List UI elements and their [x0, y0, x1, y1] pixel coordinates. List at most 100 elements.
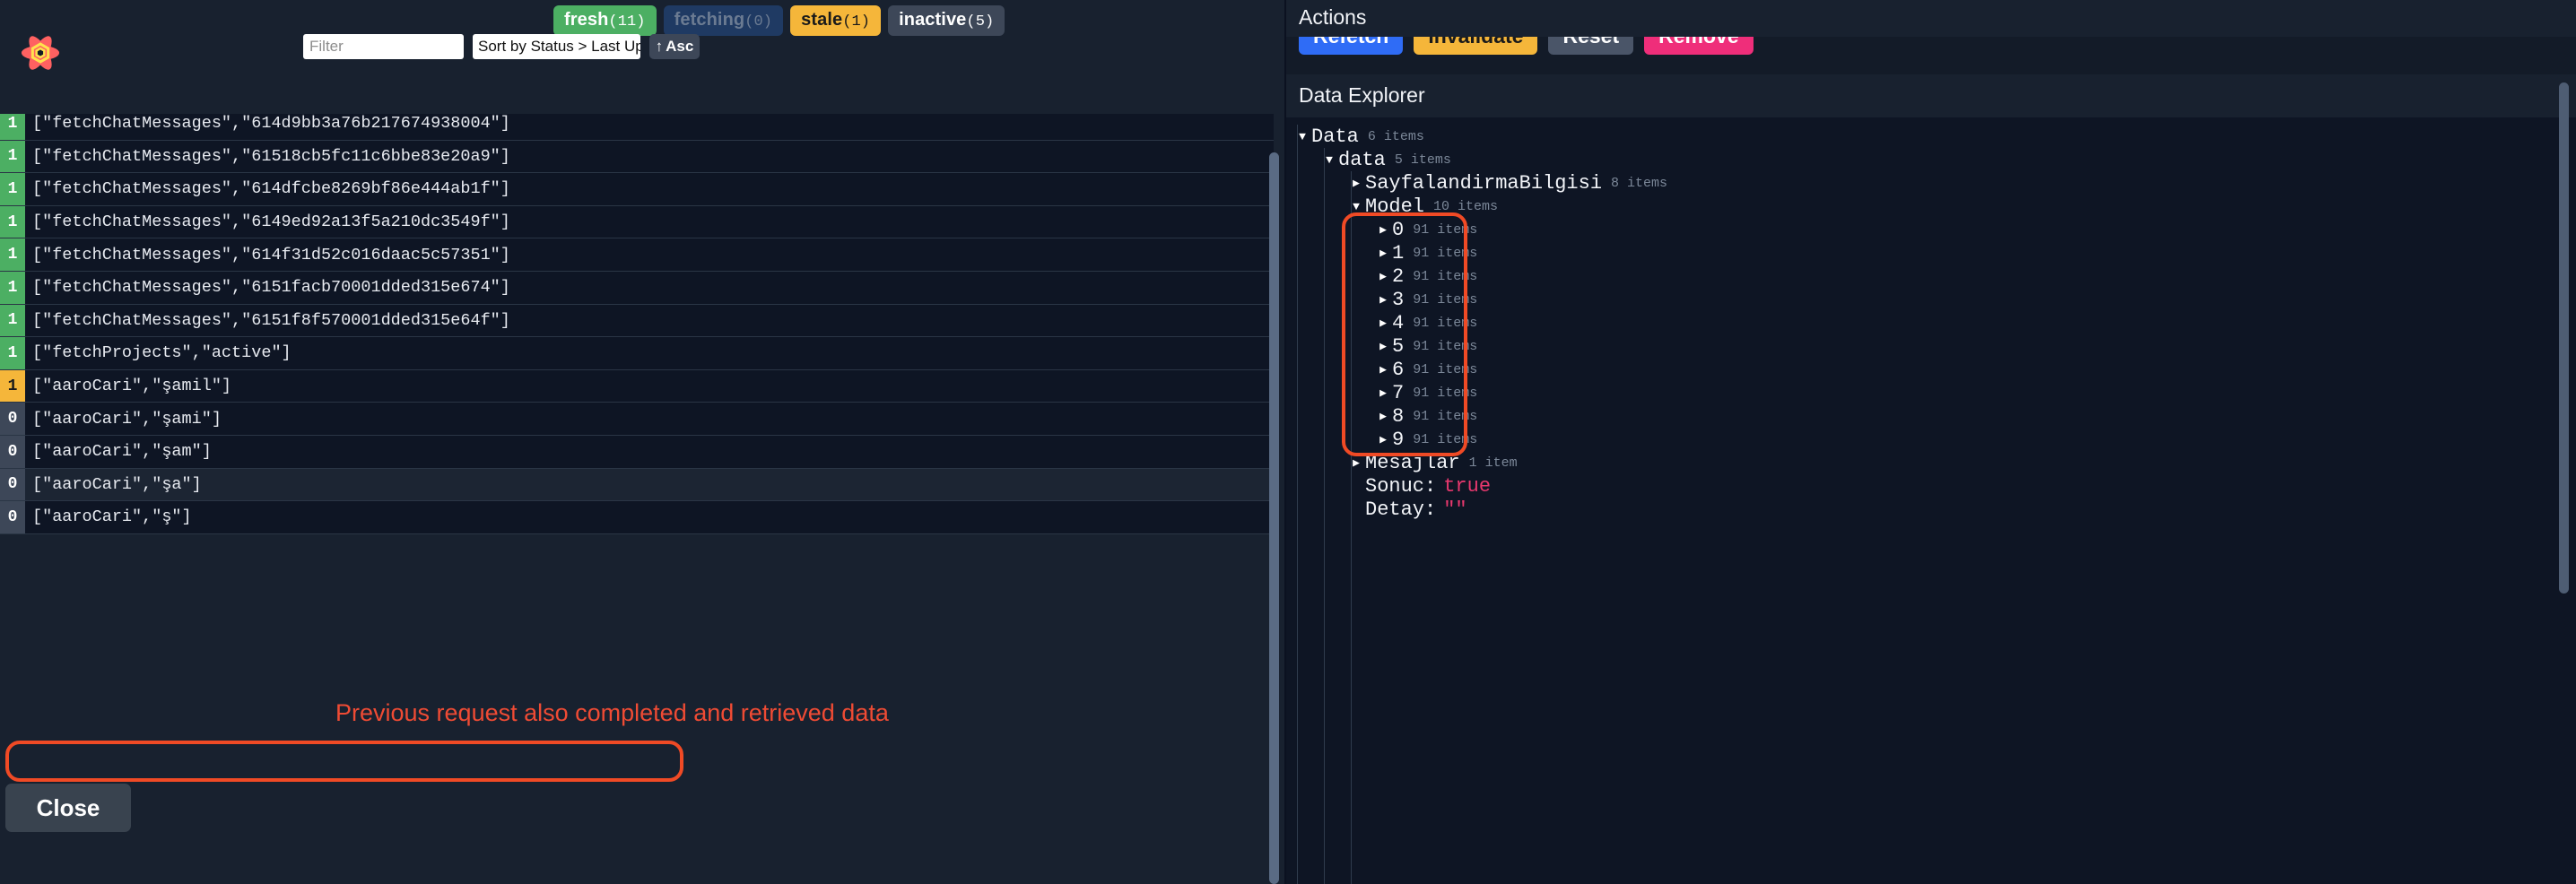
actions-title: Actions — [1299, 5, 1367, 29]
queries-panel: fresh(11) fetching(0) stale(1) inactive(… — [0, 0, 1286, 884]
tree-node[interactable]: Sonuc: true — [1286, 474, 2576, 498]
query-key-label: ["fetchChatMessages","614f31d52c016daac5… — [32, 245, 510, 264]
tree-node-count: 10 items — [1433, 198, 1499, 214]
query-key-label: ["aaroCari","şamil"] — [32, 377, 232, 396]
refetch-button[interactable]: Refetch — [1299, 37, 1404, 55]
tree-node[interactable]: ▶ SayfalandirmaBilgisi 8 items — [1286, 171, 2576, 195]
chevron-right-icon[interactable]: ▶ — [1374, 223, 1392, 237]
chevron-down-icon[interactable]: ▼ — [1320, 153, 1338, 167]
tree-node[interactable]: ▶ 1 91 items — [1286, 241, 2576, 264]
query-row[interactable]: 1 ["fetchProjects","active"] — [0, 337, 1274, 370]
status-badge-fetching[interactable]: fetching(0) — [663, 5, 784, 37]
tree-guide-line — [1351, 171, 1352, 884]
tree-node-label: 2 — [1392, 264, 1405, 288]
tree-node-count: 6 items — [1367, 128, 1424, 144]
tree-node[interactable]: ▶ 7 91 items — [1286, 381, 2576, 404]
tree-node[interactable]: Detay: "" — [1286, 498, 2576, 521]
query-observer-count-badge: 1 — [0, 369, 25, 403]
tree-node-label: 0 — [1392, 218, 1405, 241]
query-details-panel: Actions Refetch Invalidate Reset Remove … — [1286, 0, 2576, 884]
tree-node-label: Model — [1365, 195, 1425, 218]
queries-panel-header: fresh(11) fetching(0) stale(1) inactive(… — [0, 0, 1286, 114]
status-badge-fetching-count: (0) — [744, 13, 773, 30]
sort-direction-button[interactable]: ↑ Asc — [649, 34, 700, 59]
details-scrollbar[interactable] — [2559, 82, 2569, 879]
query-row[interactable]: 0 ["aaroCari","şami"] — [0, 403, 1274, 436]
chevron-right-icon[interactable]: ▶ — [1347, 177, 1365, 190]
tree-node[interactable]: ▶ 3 91 items — [1286, 288, 2576, 311]
reset-button[interactable]: Reset — [1548, 37, 1634, 55]
query-row[interactable]: 1 ["fetchChatMessages","6151f8f570001dded… — [0, 304, 1274, 338]
query-row[interactable]: 0 ["aaroCari","şa"] — [0, 468, 1274, 502]
status-badge-fresh[interactable]: fresh(11) — [553, 5, 657, 37]
query-row[interactable]: 1 ["fetchChatMessages","6149ed92a13f5a210… — [0, 205, 1274, 239]
tree-node[interactable]: ▶ 6 91 items — [1286, 358, 2576, 381]
tree-node[interactable]: ▶ 5 91 items — [1286, 334, 2576, 358]
query-row[interactable]: 1 ["fetchChatMessages","6151facb70001dded… — [0, 271, 1274, 305]
tree-node-label: Detay: — [1365, 498, 1437, 521]
filter-input[interactable] — [303, 34, 464, 59]
tree-node-label: 7 — [1392, 381, 1405, 404]
tree-node[interactable]: ▶ 8 91 items — [1286, 404, 2576, 428]
invalidate-button[interactable]: Invalidate — [1414, 37, 1538, 55]
query-row[interactable]: 1 ["fetchChatMessages","614f31d52c016daac… — [0, 238, 1274, 272]
tree-node-label: SayfalandirmaBilgisi — [1365, 171, 1603, 195]
tree-node-count: 91 items — [1413, 268, 1478, 284]
chevron-right-icon[interactable]: ▶ — [1374, 410, 1392, 423]
query-key-label: ["aaroCari","şami"] — [32, 409, 222, 429]
query-row[interactable]: 0 ["aaroCari","ş"] — [0, 501, 1274, 534]
status-badge-stale[interactable]: stale(1) — [790, 5, 882, 37]
tree-node-label: 6 — [1392, 358, 1405, 381]
chevron-right-icon[interactable]: ▶ — [1374, 340, 1392, 353]
tree-node[interactable]: ▶ 9 91 items — [1286, 428, 2576, 451]
query-row[interactable]: 1 ["fetchChatMessages","61518cb5fc11c6bbe… — [0, 140, 1274, 174]
chevron-right-icon[interactable]: ▶ — [1374, 316, 1392, 330]
query-key-label: ["aaroCari","şam"] — [32, 442, 212, 462]
query-list[interactable]: 1 ["fetchChatMessages","614d9bb3a76b21767… — [0, 108, 1274, 884]
tree-node[interactable]: ▶ 2 91 items — [1286, 264, 2576, 288]
query-observer-count-badge: 1 — [0, 140, 25, 173]
actions-bar: Refetch Invalidate Reset Remove — [1286, 37, 2576, 74]
tree-guide-line — [1324, 148, 1325, 884]
query-key-label: ["fetchChatMessages","6151facb70001dded3… — [32, 278, 510, 298]
tree-node[interactable]: ▼ Data 6 items — [1286, 125, 2576, 148]
query-row[interactable]: 0 ["aaroCari","şam"] — [0, 435, 1274, 469]
data-explorer-tree[interactable]: ▼ Data 6 items ▼ data 5 items ▶ SayfalandirmaBi… — [1286, 117, 2576, 884]
chevron-right-icon[interactable]: ▶ — [1347, 456, 1365, 470]
details-scrollbar-thumb[interactable] — [2559, 82, 2569, 594]
chevron-right-icon[interactable]: ▶ — [1374, 247, 1392, 260]
query-row[interactable]: 1 ["aaroCari","şamil"] — [0, 369, 1274, 403]
query-row[interactable]: 1 ["fetchChatMessages","614dfcbe8269bf86e… — [0, 173, 1274, 206]
query-key-label: ["fetchChatMessages","6151f8f570001dded3… — [32, 310, 510, 330]
chevron-right-icon[interactable]: ▶ — [1374, 293, 1392, 307]
chevron-down-icon[interactable]: ▼ — [1293, 130, 1311, 143]
tree-node-count: 91 items — [1413, 361, 1478, 377]
chevron-right-icon[interactable]: ▶ — [1374, 433, 1392, 446]
query-key-label: ["fetchChatMessages","6149ed92a13f5a210d… — [32, 212, 510, 232]
chevron-down-icon[interactable]: ▼ — [1347, 200, 1365, 213]
query-observer-count-badge: 1 — [0, 173, 25, 205]
tree-node-count: 91 items — [1413, 315, 1478, 331]
tree-node[interactable]: ▶ Mesajlar 1 item — [1286, 451, 2576, 474]
tree-node[interactable]: ▼ data 5 items — [1286, 148, 2576, 171]
status-badge-stale-label: stale — [801, 10, 843, 30]
sort-select-value: Sort by Status > Last Upda — [478, 38, 640, 55]
chevron-right-icon[interactable]: ▶ — [1374, 270, 1392, 283]
status-badge-inactive-count: (5) — [966, 13, 995, 30]
status-badge-inactive[interactable]: inactive(5) — [888, 5, 1005, 37]
sort-select[interactable]: Sort by Status > Last Upda ▾ — [473, 34, 640, 59]
query-list-scrollbar[interactable] — [1269, 143, 1279, 884]
remove-button[interactable]: Remove — [1644, 37, 1754, 55]
tree-node[interactable]: ▶ 4 91 items — [1286, 311, 2576, 334]
query-observer-count-badge: 0 — [0, 435, 25, 468]
tree-node[interactable]: ▶ 0 91 items — [1286, 218, 2576, 241]
tree-node-count: 1 item — [1468, 455, 1518, 471]
chevron-right-icon[interactable]: ▶ — [1374, 363, 1392, 377]
chevron-right-icon[interactable]: ▶ — [1374, 386, 1392, 400]
tree-node-label: Sonuc: — [1365, 474, 1437, 498]
tree-node-count: 91 items — [1413, 385, 1478, 401]
close-tooltip[interactable]: Close — [5, 784, 131, 832]
tree-node-label: 5 — [1392, 334, 1405, 358]
tree-node[interactable]: ▼ Model 10 items — [1286, 195, 2576, 218]
query-list-scrollbar-thumb[interactable] — [1269, 152, 1279, 884]
